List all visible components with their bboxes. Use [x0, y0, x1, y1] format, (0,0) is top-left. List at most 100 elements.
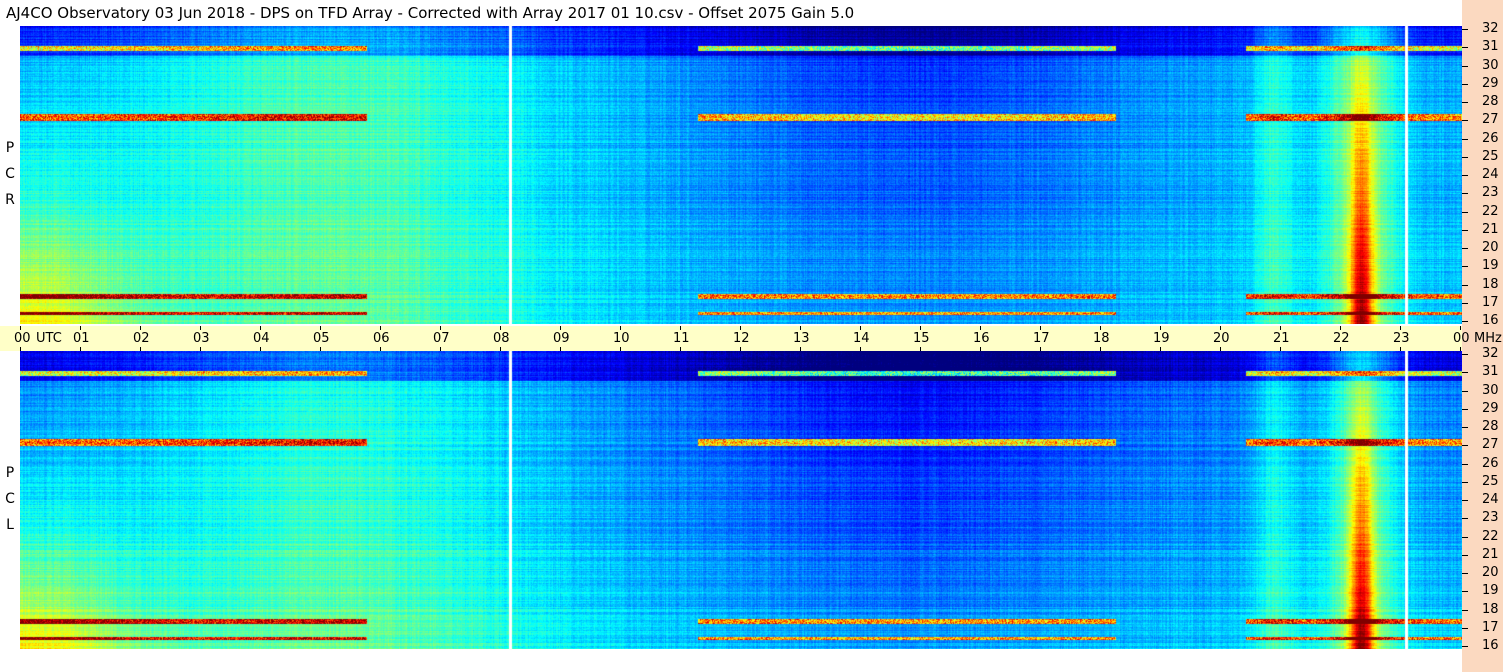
hour-label: 13: [793, 331, 810, 346]
frequency-tick: [1462, 591, 1468, 593]
frequency-tick: [1462, 29, 1468, 30]
hour-tick: [200, 326, 201, 330]
frequency-label: 27: [1482, 112, 1499, 128]
polarization-letter: P: [5, 140, 15, 156]
hour-tick: [380, 326, 381, 330]
hour-tick: [1340, 347, 1341, 351]
frequency-tick: [1462, 102, 1468, 103]
frequency-tick: [1462, 554, 1468, 556]
hour-label: 07: [433, 331, 450, 346]
frequency-tick: [1462, 609, 1468, 611]
hour-label: 03: [193, 331, 210, 346]
frequency-label: 21: [1482, 221, 1499, 237]
spectrogram-rcp-canvas: [20, 26, 1462, 324]
hour-tick: [1280, 347, 1281, 351]
hour-tick: [1160, 326, 1161, 330]
frequency-tick: [1462, 284, 1468, 286]
hour-tick: [980, 326, 981, 330]
frequency-label: 16: [1482, 638, 1499, 653]
frequency-tick: [1462, 445, 1468, 447]
utc-label: UTC: [36, 331, 62, 346]
hour-tick: [440, 347, 441, 351]
hour-label: 21: [1273, 331, 1290, 346]
polarization-label-lcp: P C L: [2, 455, 18, 543]
hour-label: 15: [913, 331, 930, 346]
frequency-label: 31: [1482, 364, 1499, 380]
hour-tick: [20, 326, 21, 330]
hour-label: 09: [553, 331, 570, 346]
hour-tick: [1460, 326, 1461, 330]
frequency-tick: [1462, 646, 1468, 647]
frequency-tick: [1462, 427, 1468, 428]
hour-tick: [620, 347, 621, 351]
frequency-tick: [1462, 211, 1468, 213]
hour-tick: [560, 347, 561, 351]
frequency-label: 32: [1482, 346, 1499, 361]
frequency-label: 19: [1482, 583, 1499, 599]
hour-tick: [920, 326, 921, 330]
frequency-label: 20: [1482, 240, 1499, 255]
hour-label: 06: [373, 331, 390, 346]
hour-tick: [980, 347, 981, 351]
frequency-tick: [1462, 573, 1468, 574]
hour-label: 10: [613, 331, 630, 346]
polarization-letter: R: [5, 192, 15, 208]
frequency-label: 21: [1482, 546, 1499, 562]
frequency-tick: [1462, 390, 1468, 392]
hour-label: 16: [973, 331, 990, 346]
frequency-tick: [1462, 175, 1468, 176]
spectrogram-lcp-canvas: [20, 351, 1462, 649]
hour-label: 08: [493, 331, 510, 346]
frequency-tick: [1462, 229, 1468, 231]
hour-tick: [80, 347, 81, 351]
hour-label: 18: [1093, 331, 1110, 346]
hour-label: 20: [1213, 331, 1230, 346]
hour-tick: [500, 326, 501, 330]
hour-tick: [680, 326, 681, 330]
frequency-tick: [1462, 193, 1468, 195]
frequency-label: 28: [1482, 94, 1499, 109]
frequency-tick: [1462, 248, 1468, 249]
hour-tick: [740, 347, 741, 351]
frequency-tick: [1462, 138, 1468, 140]
frequency-tick: [1462, 518, 1468, 520]
frequency-tick: [1462, 302, 1468, 304]
polarization-letter: C: [5, 166, 15, 182]
frequency-label: 31: [1482, 39, 1499, 55]
frequency-label: 29: [1482, 75, 1499, 91]
hour-label: 02: [133, 331, 150, 346]
hour-label: 00: [1453, 331, 1470, 346]
frequency-tick: [1462, 536, 1468, 538]
frequency-tick: [1462, 481, 1468, 483]
hour-tick: [320, 347, 321, 351]
hour-tick: [260, 326, 261, 330]
frequency-label: 16: [1482, 313, 1499, 328]
frequency-label: 30: [1482, 382, 1499, 398]
hour-tick: [860, 347, 861, 351]
hour-tick: [1220, 326, 1221, 330]
frequency-label: 29: [1482, 400, 1499, 416]
mhz-unit-label: MHz: [1474, 331, 1502, 346]
hour-tick: [380, 347, 381, 351]
frequency-label: 28: [1482, 419, 1499, 434]
hour-tick: [800, 326, 801, 330]
hour-label: 04: [253, 331, 270, 346]
hour-label: 23: [1393, 331, 1410, 346]
hour-tick: [620, 326, 621, 330]
hour-tick: [200, 347, 201, 351]
hour-tick: [1040, 347, 1041, 351]
frequency-label: 27: [1482, 437, 1499, 453]
hour-label: 14: [853, 331, 870, 346]
frequency-label: 18: [1482, 276, 1499, 292]
frequency-tick: [1462, 372, 1468, 374]
frequency-label: 25: [1482, 473, 1499, 489]
hour-tick: [140, 326, 141, 330]
polarization-letter: P: [5, 465, 15, 481]
hour-tick: [440, 326, 441, 330]
hour-tick: [860, 326, 861, 330]
frequency-label: 24: [1482, 167, 1499, 182]
frequency-label: 32: [1482, 21, 1499, 36]
frequency-label: 19: [1482, 258, 1499, 274]
hour-tick: [1100, 326, 1101, 330]
frequency-tick: [1462, 408, 1468, 410]
